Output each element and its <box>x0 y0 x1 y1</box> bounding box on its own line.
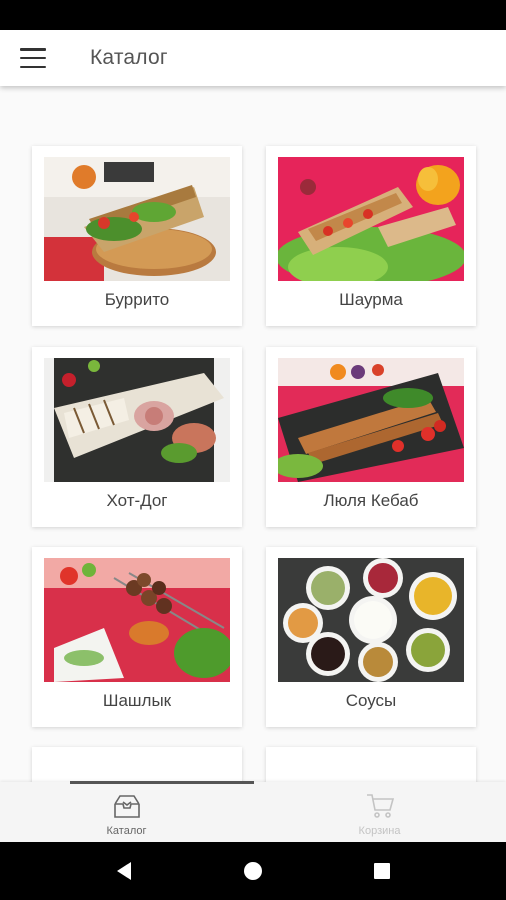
hamburger-menu-icon[interactable] <box>20 48 46 68</box>
catalog-item-label: Шашлык <box>102 691 172 710</box>
shashlik-image <box>44 558 230 682</box>
catalog-item-sauces[interactable]: Соусы <box>266 547 476 727</box>
catalog-item-label: Люля Кебаб <box>323 491 419 510</box>
catalog-item-label: Буррито <box>104 290 170 309</box>
catalog-box-icon <box>113 795 140 818</box>
catalog-item-burrito[interactable]: Буррито <box>32 146 242 326</box>
nav-tab-label: Каталог <box>106 825 147 837</box>
catalog-item-shawarma[interactable]: Шаурма <box>266 146 476 326</box>
catalog-item-label: Шаурма <box>339 290 403 309</box>
cart-icon <box>366 794 394 818</box>
system-navigation-bar <box>0 842 506 900</box>
nav-tab-catalog[interactable]: Каталог <box>0 782 253 842</box>
catalog-item-hotdog[interactable]: Хот-Дог <box>32 347 242 527</box>
sauces-image <box>278 558 464 682</box>
status-bar <box>0 0 506 30</box>
nav-tab-label: Корзина <box>358 825 401 837</box>
catalog-item-label: Соусы <box>345 691 397 710</box>
recents-square-icon[interactable] <box>367 856 397 886</box>
back-triangle-icon[interactable] <box>109 856 139 886</box>
app-bar: Каталог <box>0 30 506 86</box>
catalog-item-label: Хот-Дог <box>106 491 168 510</box>
lyulya-kebab-image <box>278 358 464 482</box>
home-circle-icon[interactable] <box>238 856 268 886</box>
catalog-item-partial[interactable] <box>266 747 476 782</box>
catalog-item-shashlik[interactable]: Шашлык <box>32 547 242 727</box>
page-title: Каталог <box>90 46 168 69</box>
bottom-navigation: Каталог Корзина <box>0 782 506 842</box>
active-tab-indicator <box>70 781 254 784</box>
catalog-grid: Буррито Шаурма Хот-Дог Люля Кебаб Шашлык… <box>0 86 506 782</box>
nav-tab-cart[interactable]: Корзина <box>253 782 506 842</box>
catalog-item-partial[interactable] <box>32 747 242 782</box>
catalog-item-lyulya-kebab[interactable]: Люля Кебаб <box>266 347 476 527</box>
hotdog-image <box>44 358 230 482</box>
burrito-image <box>44 157 230 281</box>
shawarma-image <box>278 157 464 281</box>
